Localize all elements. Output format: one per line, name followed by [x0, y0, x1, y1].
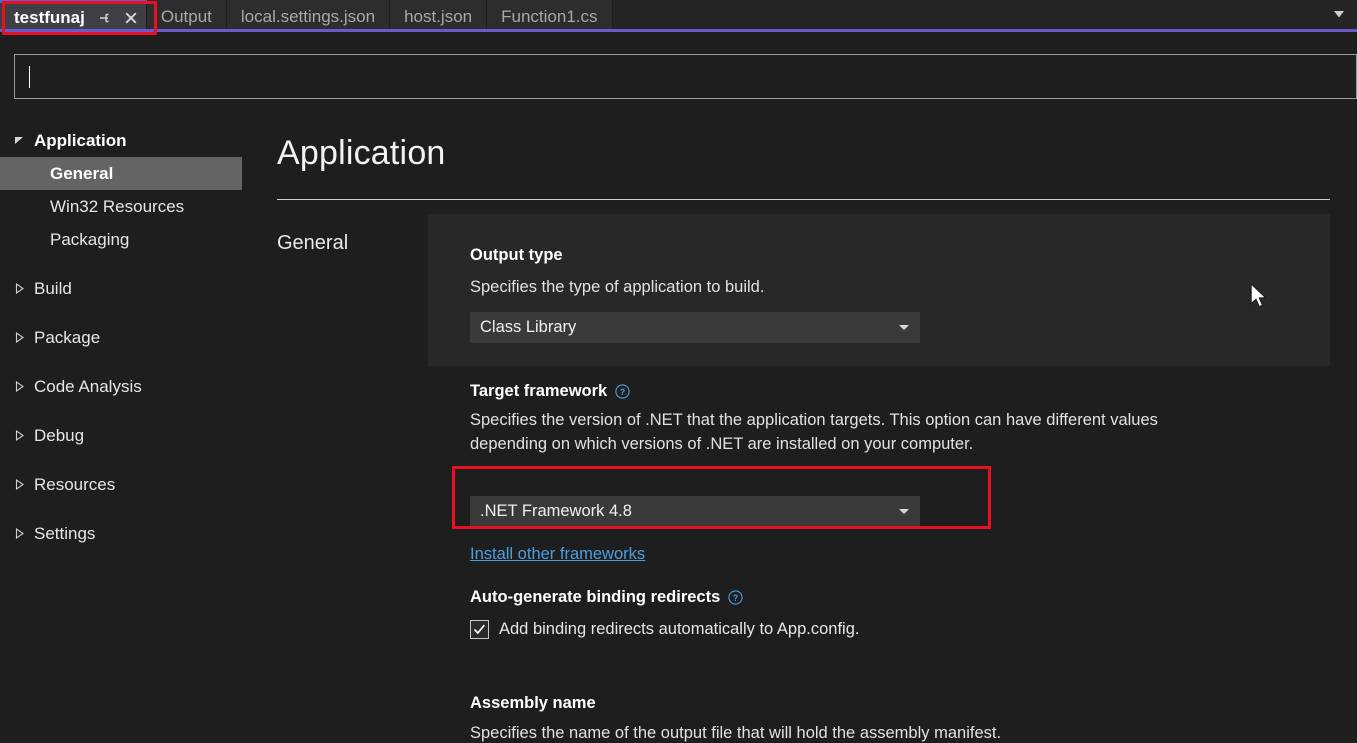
output-type-card: Output type Specifies the type of applic… — [428, 214, 1330, 366]
sidebar-item-settings[interactable]: Settings — [0, 517, 266, 550]
sidebar-item-resources[interactable]: Resources — [0, 468, 266, 501]
sidebar-item-packaging[interactable]: Packaging — [0, 223, 266, 256]
output-type-description: Specifies the type of application to bui… — [470, 278, 765, 296]
tab-label: host.json — [404, 6, 473, 26]
target-framework-description: Specifies the version of .NET that the a… — [470, 411, 1158, 453]
tab-testfunaj[interactable]: testfunaj — [0, 0, 147, 32]
output-type-dropdown[interactable]: Class Library — [470, 312, 920, 343]
sidebar-item-label: Build — [34, 279, 72, 298]
sidebar-item-code-analysis[interactable]: Code Analysis — [0, 370, 266, 403]
target-framework-title: Target framework ? — [470, 382, 1330, 401]
tab-overflow-chevron-down-icon[interactable] — [1327, 0, 1351, 29]
caret-down-icon[interactable] — [14, 135, 34, 146]
sidebar-item-package[interactable]: Package — [0, 321, 266, 354]
tab-label: local.settings.json — [240, 6, 376, 26]
caret-right-icon[interactable] — [14, 332, 34, 343]
sidebar-item-label: Settings — [34, 524, 96, 543]
visual-studio-project-properties-window: testfunaj Output local.settings.json hos… — [0, 0, 1357, 743]
help-circle-icon[interactable]: ? — [614, 384, 630, 400]
output-type-title-text: Output type — [470, 246, 563, 264]
title-divider — [277, 199, 1330, 200]
sidebar-item-debug[interactable]: Debug — [0, 419, 266, 452]
binding-redirects-checkbox[interactable] — [470, 620, 489, 639]
page-title: Application — [277, 134, 446, 172]
tab-output[interactable]: Output — [146, 0, 227, 32]
pin-icon[interactable] — [95, 9, 113, 27]
tab-local-settings-json[interactable]: local.settings.json — [226, 0, 391, 32]
sidebar-item-label: Package — [34, 328, 101, 347]
caret-right-icon[interactable] — [14, 430, 34, 441]
tab-actions — [95, 9, 140, 27]
assembly-name-title-text: Assembly name — [470, 694, 596, 712]
tab-label: Function1.cs — [501, 6, 598, 26]
tab-host-json[interactable]: host.json — [390, 0, 488, 32]
sidebar-item-label: General — [50, 164, 114, 183]
caret-right-icon[interactable] — [14, 283, 34, 294]
sidebar-item-label: Code Analysis — [34, 377, 142, 396]
sidebar-item-win32-resources[interactable]: Win32 Resources — [0, 190, 266, 223]
caret-right-icon[interactable] — [14, 528, 34, 539]
tab-function1-cs[interactable]: Function1.cs — [487, 0, 613, 32]
properties-content-pane: Application General Output type Specifie… — [266, 112, 1357, 743]
assembly-name-title: Assembly name — [470, 694, 1330, 713]
tab-label: Output — [160, 6, 212, 26]
sidebar-item-label: Application — [34, 131, 127, 150]
target-framework-value: .NET Framework 4.8 — [480, 502, 632, 520]
target-framework-title-text: Target framework — [470, 382, 608, 400]
binding-redirects-title: Auto-generate binding redirects ? — [470, 588, 1330, 607]
help-circle-icon[interactable]: ? — [727, 590, 743, 606]
binding-redirects-title-text: Auto-generate binding redirects — [470, 588, 721, 606]
close-icon[interactable] — [122, 9, 140, 27]
document-tab-bar: testfunaj Output local.settings.json hos… — [0, 0, 1357, 32]
binding-redirects-section: Auto-generate binding redirects ? Add bi… — [470, 588, 1330, 639]
chevron-down-icon[interactable] — [899, 509, 909, 514]
svg-text:?: ? — [620, 387, 626, 397]
section-label-general: General — [277, 232, 349, 254]
install-other-frameworks-link[interactable]: Install other frameworks — [470, 545, 645, 564]
svg-text:?: ? — [733, 593, 739, 603]
sidebar-item-general[interactable]: General — [0, 157, 242, 190]
sidebar-item-label: Packaging — [50, 230, 130, 249]
tab-bar-accent-line — [0, 29, 1357, 32]
assembly-name-section: Assembly name Specifies the name of the … — [470, 694, 1330, 743]
settings-navigation-sidebar: Application General Win32 Resources Pack… — [0, 112, 266, 743]
output-type-value: Class Library — [480, 318, 577, 336]
sidebar-item-label: Debug — [34, 426, 85, 445]
target-framework-section: Target framework ? Specifies the version… — [470, 382, 1330, 563]
sidebar-item-build[interactable]: Build — [0, 272, 266, 305]
binding-redirects-checkbox-row: Add binding redirects automatically to A… — [470, 620, 1330, 639]
sidebar-item-application[interactable]: Application — [0, 124, 266, 157]
search-input[interactable] — [30, 66, 1342, 87]
chevron-down-icon[interactable] — [899, 325, 909, 330]
search-bar[interactable] — [14, 54, 1357, 99]
output-type-title: Output type — [470, 246, 563, 265]
assembly-name-description: Specifies the name of the output file th… — [470, 724, 1002, 742]
caret-right-icon[interactable] — [14, 479, 34, 490]
tab-label: testfunaj — [14, 8, 85, 27]
binding-redirects-checkbox-label: Add binding redirects automatically to A… — [499, 620, 860, 638]
target-framework-dropdown[interactable]: .NET Framework 4.8 — [470, 496, 920, 527]
sidebar-item-label: Resources — [34, 475, 116, 494]
sidebar-item-label: Win32 Resources — [50, 197, 185, 216]
caret-right-icon[interactable] — [14, 381, 34, 392]
